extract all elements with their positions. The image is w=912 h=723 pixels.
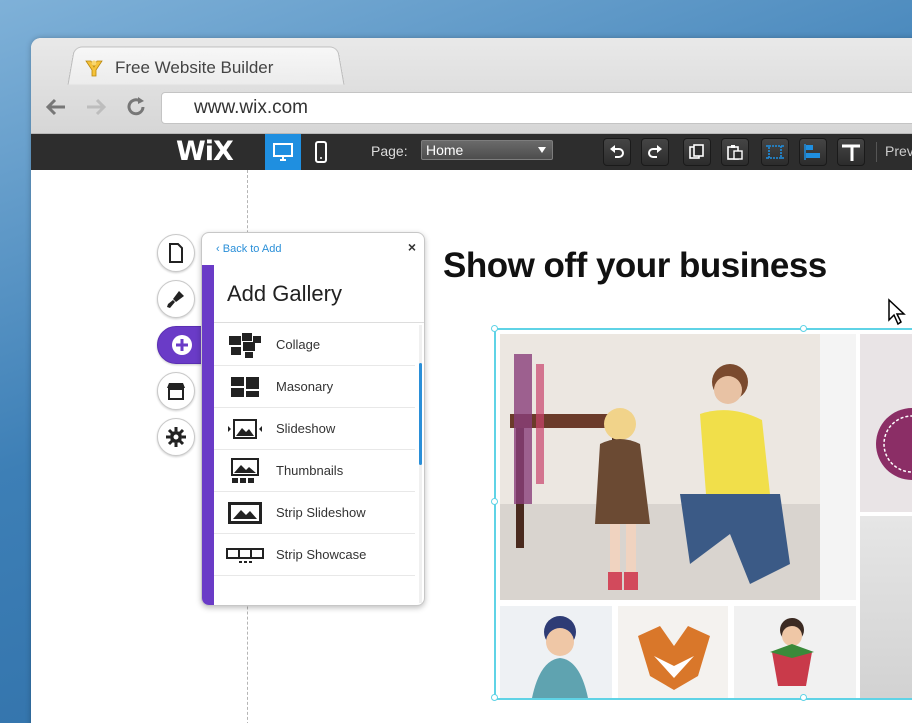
tab-content[interactable]: Free Website Builder: [83, 54, 273, 82]
gallery-photo-thumb-3[interactable]: [734, 606, 856, 698]
paste-button[interactable]: [721, 138, 749, 166]
ruler-icon: [842, 144, 860, 161]
page-label: Page:: [371, 143, 408, 159]
gallery-item-label: Strip Showcase: [276, 547, 367, 562]
align-icon: [804, 144, 820, 160]
gridlines-icon: [766, 145, 784, 159]
arrow-left-icon: [45, 98, 65, 116]
gallery-photo-main[interactable]: [500, 334, 856, 600]
back-button[interactable]: [43, 94, 69, 120]
paintbrush-icon: [167, 291, 184, 308]
url-bar[interactable]: www.wix.com: [161, 92, 912, 124]
panel-scrollbar-thumb[interactable]: [419, 363, 422, 465]
browser-chrome: Free Website Builder www.wix.com: [31, 38, 912, 134]
desktop-view-button[interactable]: [265, 134, 301, 170]
gallery-item-masonary[interactable]: Masonary: [214, 366, 415, 408]
page-icon: [169, 243, 183, 263]
mobile-icon: [315, 141, 327, 163]
gallery-item-label: Collage: [276, 337, 321, 352]
page-headline[interactable]: Show off your business: [443, 246, 827, 286]
browser-window: Free Website Builder www.wix.com WiX Pag…: [31, 38, 912, 723]
desktop-icon: [273, 143, 293, 161]
gallery-item-label: Masonary: [276, 379, 334, 394]
close-panel-button[interactable]: ×: [408, 239, 416, 255]
gear-icon: [166, 427, 186, 447]
settings-button[interactable]: [157, 418, 195, 456]
wix-logo: WiX: [176, 136, 234, 167]
child-photo-illustration: [532, 616, 588, 698]
resize-handle-top[interactable]: [800, 325, 807, 332]
add-button[interactable]: [157, 326, 207, 364]
gallery-item-collage[interactable]: Collage: [214, 324, 415, 366]
gallery-item-label: Slideshow: [276, 421, 336, 436]
copy-button[interactable]: [683, 138, 711, 166]
ruler-button[interactable]: [837, 138, 865, 166]
gallery-photo-thumb-1[interactable]: [500, 606, 612, 698]
url-text: www.wix.com: [194, 97, 309, 118]
tab-title: Free Website Builder: [115, 58, 274, 77]
pages-button[interactable]: [157, 234, 195, 272]
gallery-item-strip-slideshow[interactable]: Strip Slideshow: [214, 492, 415, 534]
snap-button[interactable]: [799, 138, 827, 166]
gridlines-button[interactable]: [761, 138, 789, 166]
reload-button[interactable]: [123, 94, 149, 120]
gallery-list: Collage Masonary Slideshow Thumbnails St…: [214, 324, 415, 576]
mobile-view-button[interactable]: [303, 134, 339, 170]
copy-icon: [689, 144, 704, 159]
slideshow-icon: [214, 418, 276, 440]
gallery-photo-side[interactable]: [860, 516, 912, 698]
resize-handle-left[interactable]: [491, 498, 498, 505]
fox-mask-illustration: [638, 626, 710, 690]
gallery-item-strip-showcase[interactable]: Strip Showcase: [214, 534, 415, 576]
strawberry-costume-illustration: [770, 618, 814, 686]
panel-accent-stripe: [202, 265, 214, 605]
nav-buttons: [43, 94, 149, 120]
photo-illustration: [500, 334, 856, 600]
gallery-item-label: Strip Slideshow: [276, 505, 366, 520]
undo-icon: [610, 145, 624, 158]
strip-showcase-icon: [214, 546, 276, 564]
resize-handle-bl[interactable]: [491, 694, 498, 701]
gallery-item-label: Thumbnails: [276, 463, 344, 478]
store-icon: [167, 383, 185, 400]
back-to-add-link[interactable]: ‹ Back to Add: [216, 243, 281, 255]
redo-icon: [648, 145, 662, 158]
app-market-button[interactable]: [157, 372, 195, 410]
masonry-icon: [214, 375, 276, 399]
strip-slideshow-icon: [214, 501, 276, 525]
chevron-left-icon: ‹: [216, 243, 223, 255]
thumbnails-icon: [214, 457, 276, 484]
gallery-photo-badge[interactable]: [860, 334, 912, 512]
add-circle-icon: [172, 335, 192, 355]
editor-toolbar: WiX Page: Home Prev: [31, 134, 912, 170]
badge-illustration: [876, 408, 912, 480]
forward-button[interactable]: [83, 94, 109, 120]
preview-button[interactable]: Prev: [885, 143, 912, 159]
resize-handle-tl[interactable]: [491, 325, 498, 332]
page-select[interactable]: Home: [421, 140, 553, 160]
gallery-item-slideshow[interactable]: Slideshow: [214, 408, 415, 450]
redo-button[interactable]: [641, 138, 669, 166]
mouse-cursor-icon: [888, 298, 906, 326]
resize-handle-bottom[interactable]: [800, 694, 807, 701]
caret-down-icon: [538, 147, 546, 153]
toolbar-divider: [876, 142, 877, 162]
paste-icon: [727, 145, 743, 160]
gallery-item-thumbnails[interactable]: Thumbnails: [214, 450, 415, 492]
arrow-right-icon: [87, 98, 107, 116]
undo-button[interactable]: [603, 138, 631, 166]
gallery-photo-thumb-2[interactable]: [618, 606, 728, 698]
editor-canvas[interactable]: ‹ Back to Add × Add Gallery Collage Maso…: [31, 170, 912, 723]
collage-icon: [214, 332, 276, 358]
wix-favicon-icon: [85, 60, 103, 77]
gallery-element[interactable]: [491, 325, 912, 701]
panel-title: Add Gallery: [214, 265, 424, 323]
design-button[interactable]: [157, 280, 195, 318]
reload-icon: [127, 97, 145, 116]
page-select-value: Home: [426, 142, 464, 158]
add-gallery-panel: ‹ Back to Add × Add Gallery Collage Maso…: [201, 232, 425, 606]
